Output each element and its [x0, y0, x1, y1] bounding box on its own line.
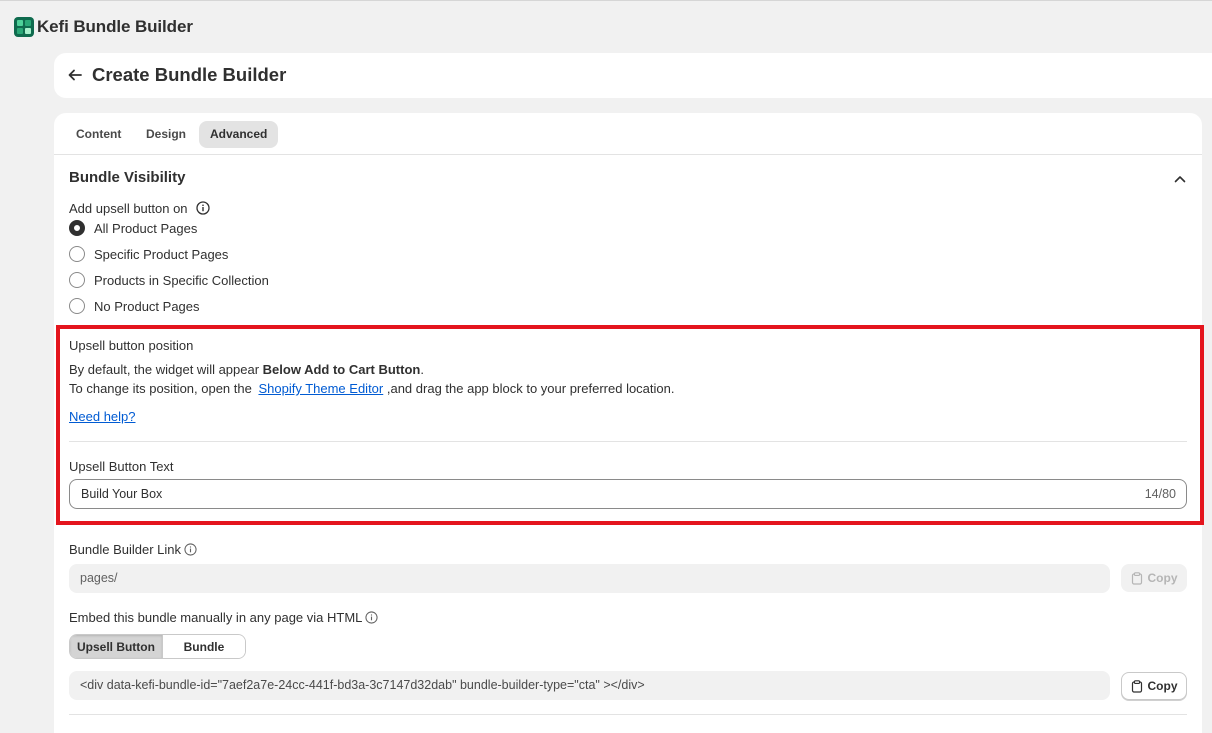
bundle-builder-link-label: Bundle Builder Link [69, 542, 182, 557]
add-upsell-label: Add upsell button on [69, 201, 188, 216]
page-header: Create Bundle Builder [54, 53, 1212, 98]
radio-label: No Product Pages [94, 298, 200, 314]
description-text: To change its position, open the [69, 381, 256, 396]
shopify-theme-editor-link[interactable]: Shopify Theme Editor [258, 381, 383, 396]
description-bold: Below Add to Cart Button [262, 362, 421, 377]
radio-specific-product-pages[interactable]: Specific Product Pages [69, 245, 228, 263]
embed-type-toggle: Upsell Button Bundle [69, 634, 246, 659]
radio-products-in-collection[interactable]: Products in Specific Collection [69, 271, 269, 289]
copy-embed-button[interactable]: Copy [1121, 672, 1187, 700]
page-title: Create Bundle Builder [92, 64, 287, 85]
position-description-line1: By default, the widget will appear Below… [69, 362, 424, 377]
field-value: pages/ [80, 571, 118, 585]
settings-card: Content Design Advanced Bundle Visibilit… [54, 113, 1202, 733]
tab-content[interactable]: Content [65, 121, 132, 148]
embed-html-label: Embed this bundle manually in any page v… [69, 610, 363, 625]
arrow-left-icon[interactable] [67, 67, 83, 83]
description-text: . [420, 362, 424, 377]
clipboard-icon [1131, 679, 1142, 693]
description-text: By default, the widget will appear [69, 362, 263, 377]
divider [69, 714, 1187, 715]
tab-advanced[interactable]: Advanced [199, 121, 279, 148]
upsell-position-label: Upsell button position [69, 338, 194, 353]
radio-button[interactable] [69, 272, 85, 288]
segment-upsell-button[interactable]: Upsell Button [70, 635, 163, 658]
section-title-bundle-visibility: Bundle Visibility [69, 169, 186, 186]
info-icon[interactable] [184, 543, 197, 556]
radio-label: Products in Specific Collection [94, 272, 269, 288]
upsell-button-text-label: Upsell Button Text [69, 459, 174, 474]
embed-code: <div data-kefi-bundle-id="7aef2a7e-24cc-… [80, 678, 645, 692]
info-icon[interactable] [365, 611, 378, 624]
radio-no-product-pages[interactable]: No Product Pages [69, 297, 200, 315]
upsell-button-text-input[interactable]: Build Your Box 14/80 [69, 479, 1187, 509]
input-value: Build Your Box [81, 487, 163, 501]
tab-bar: Content Design Advanced [54, 113, 1202, 155]
copy-label: Copy [1147, 679, 1178, 693]
bundle-builder-link-field[interactable]: pages/ [69, 564, 1110, 593]
need-help-link[interactable]: Need help? [69, 409, 136, 424]
kefi-logo-icon [14, 17, 34, 37]
radio-button[interactable] [69, 298, 85, 314]
clipboard-icon [1131, 571, 1142, 585]
radio-label: All Product Pages [94, 220, 198, 236]
app-title: Kefi Bundle Builder [37, 17, 193, 36]
radio-button[interactable] [69, 220, 85, 236]
embed-code-field[interactable]: <div data-kefi-bundle-id="7aef2a7e-24cc-… [69, 671, 1110, 700]
character-counter: 14/80 [1144, 487, 1176, 501]
copy-label: Copy [1147, 571, 1178, 585]
radio-label: Specific Product Pages [94, 246, 229, 262]
top-bar: Kefi Bundle Builder [0, 0, 1212, 53]
copy-link-button[interactable]: Copy [1121, 564, 1187, 592]
divider [69, 441, 1187, 442]
radio-button[interactable] [69, 246, 85, 262]
info-icon[interactable] [196, 201, 210, 215]
position-description-line2: To change its position, open the Shopify… [69, 381, 675, 396]
radio-all-product-pages[interactable]: All Product Pages [69, 219, 197, 237]
segment-bundle[interactable]: Bundle [162, 635, 245, 658]
chevron-up-icon[interactable] [1172, 171, 1188, 187]
tab-design[interactable]: Design [135, 121, 197, 148]
description-text: ,and drag the app block to your preferre… [383, 381, 675, 396]
